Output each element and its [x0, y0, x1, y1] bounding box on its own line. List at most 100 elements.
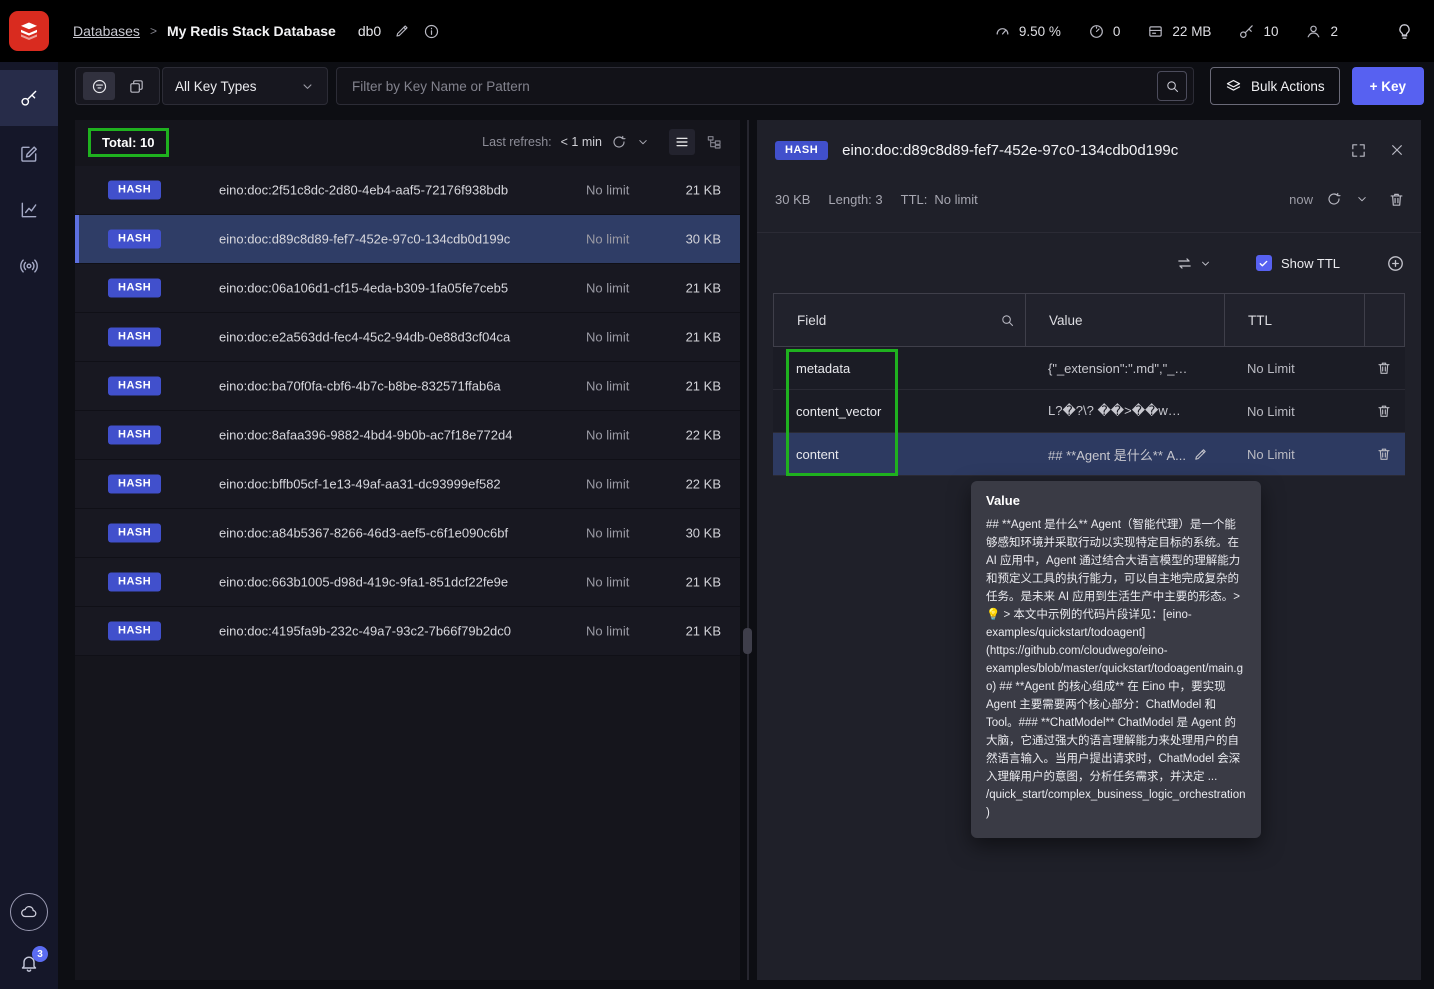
edit-value-icon[interactable] [1193, 447, 1208, 462]
breadcrumb-databases-link[interactable]: Databases [73, 23, 140, 39]
key-list-row[interactable]: HASH eino:doc:4195fa9b-232c-49a7-93c2-7b… [75, 607, 740, 656]
details-controls-row: Show TTL [775, 248, 1405, 278]
key-size: 30 KB [685, 525, 721, 541]
key-size: 30 KB [685, 231, 721, 247]
key-list-row[interactable]: HASH eino:doc:a84b5367-8266-46d3-aef5-c6… [75, 509, 740, 558]
fullscreen-icon[interactable] [1350, 142, 1367, 159]
delete-field-icon[interactable] [1376, 360, 1392, 376]
key-list-row[interactable]: HASH eino:doc:2f51c8dc-2d80-4eb4-aaf5-72… [75, 166, 740, 215]
key-ttl: No limit [586, 476, 630, 492]
tooltip-body: ## **Agent 是什么** Agent（智能代理）是一个能够感知环境并采取… [986, 519, 1246, 819]
key-list-row[interactable]: HASH eino:doc:bffb05cf-1e13-49af-aa31-dc… [75, 460, 740, 509]
cloud-icon [20, 903, 38, 921]
key-list-row[interactable]: HASH eino:doc:8afaa396-9882-4bd4-9b0b-ac… [75, 411, 740, 460]
cpu-usage-value: 9.50 % [1018, 23, 1061, 39]
column-header-field[interactable]: Field [774, 294, 1026, 346]
tooltip-title: Value [986, 493, 1020, 508]
key-search-input[interactable] [350, 77, 1158, 95]
sidebar-item-pubsub[interactable] [0, 238, 58, 294]
add-key-button[interactable]: + Key [1351, 67, 1424, 105]
key-search-box [336, 67, 1195, 105]
key-name: eino:doc:e2a563dd-fec4-45c2-94db-0e88d3c… [219, 329, 511, 345]
details-header-icons [1350, 142, 1405, 159]
sidebar-item-analytics[interactable] [0, 182, 58, 238]
list-view-icon [674, 134, 690, 150]
total-keys-value: 10 [1263, 23, 1279, 39]
db-stats: 9.50 % 0 22 MB 10 2 [994, 22, 1434, 41]
hash-field-row[interactable]: metadata {"_extension":".md","_fi... No … [773, 347, 1405, 390]
notifications-button[interactable]: 3 [19, 946, 48, 973]
filter-mode-button[interactable] [83, 72, 115, 100]
commands-value: 0 [1112, 23, 1121, 39]
show-ttl-toggle[interactable]: Show TTL [1255, 255, 1340, 271]
key-length-value: Length: 3 [828, 191, 883, 207]
key-list-row[interactable]: HASH eino:doc:ba70f0fa-cbf6-4b7c-b8be-83… [75, 362, 740, 411]
delete-field-icon[interactable] [1376, 403, 1392, 419]
sidebar-item-workbench[interactable] [0, 126, 58, 182]
key-list-row[interactable]: HASH eino:doc:e2a563dd-fec4-45c2-94db-0e… [75, 313, 740, 362]
db-index-label[interactable]: db0 [358, 23, 381, 39]
key-ttl: No limit [586, 427, 630, 443]
key-name: eino:doc:a84b5367-8266-46d3-aef5-c6f1e09… [219, 525, 509, 541]
field-name: content_vector [796, 403, 882, 419]
close-details-icon[interactable] [1389, 142, 1405, 158]
cpu-usage-stat: 9.50 % [994, 23, 1061, 40]
refresh-options-chevron-icon[interactable] [636, 135, 650, 149]
column-header-value[interactable]: Value [1026, 294, 1225, 346]
panel-resize-handle[interactable] [743, 628, 752, 654]
last-refresh-label: Last refresh: [482, 135, 552, 149]
insights-bulb-icon[interactable] [1395, 22, 1414, 41]
key-size: 21 KB [685, 623, 721, 639]
delete-field-icon[interactable] [1376, 446, 1392, 462]
field-value: ## **Agent 是什么** A... [1048, 447, 1187, 463]
key-list-row[interactable]: HASH eino:doc:663b1005-d98d-419c-9fa1-85… [75, 558, 740, 607]
column-header-ttl[interactable]: TTL [1225, 294, 1365, 346]
redisearch-mode-button[interactable] [120, 72, 152, 100]
list-view-button[interactable] [669, 129, 695, 155]
redis-logo[interactable] [9, 11, 49, 51]
total-keys-stat: 10 [1238, 23, 1278, 40]
key-name: eino:doc:4195fa9b-232c-49a7-93c2-7b66f79… [219, 623, 512, 639]
cloud-button[interactable] [10, 893, 48, 931]
refresh-key-chevron-icon[interactable] [1355, 192, 1369, 206]
bulk-actions-button[interactable]: Bulk Actions [1210, 67, 1340, 105]
show-ttl-label: Show TTL [1280, 255, 1340, 271]
format-swap-icon [1176, 255, 1193, 272]
key-ttl[interactable]: TTL: No limit [901, 192, 978, 207]
value-tooltip: Value ## **Agent 是什么** Agent（智能代理）是一个能够感… [971, 481, 1261, 838]
sidebar-item-browser[interactable] [0, 70, 58, 126]
db-info-icon[interactable] [423, 23, 440, 40]
key-size: 21 KB [685, 329, 721, 345]
key-ttl: No limit [586, 574, 630, 590]
show-ttl-checkbox[interactable] [1255, 255, 1272, 271]
key-list-header: Total: 10 Last refresh: < 1 min [75, 120, 740, 164]
key-name: eino:doc:2f51c8dc-2d80-4eb4-aaf5-72176f9… [219, 182, 509, 198]
key-type-select[interactable]: All Key Types [162, 67, 328, 105]
refresh-key-icon[interactable] [1326, 191, 1342, 207]
refresh-keys-icon[interactable] [611, 134, 627, 150]
key-type-badge: HASH [108, 474, 162, 494]
delete-key-icon[interactable] [1388, 191, 1405, 208]
tree-view-button[interactable] [701, 129, 727, 155]
memory-value: 22 MB [1172, 23, 1212, 39]
key-ttl: No limit [586, 378, 630, 394]
search-icon [1165, 79, 1180, 94]
last-refresh-value: < 1 min [560, 135, 602, 149]
key-list-row[interactable]: HASH eino:doc:d89c8d89-fef7-452e-97c0-13… [75, 215, 740, 264]
add-field-button[interactable] [1386, 254, 1405, 273]
filter-circle-icon [91, 78, 108, 95]
key-list-row[interactable]: HASH eino:doc:06a106d1-cf15-4eda-b309-1f… [75, 264, 740, 313]
redis-logo-icon [21, 22, 37, 40]
key-ttl: No limit [586, 280, 630, 296]
breadcrumb-separator: > [149, 24, 157, 38]
edit-alias-icon[interactable] [394, 23, 410, 39]
key-type-badge: HASH [108, 278, 162, 298]
selected-key-name[interactable]: eino:doc:d89c8d89-fef7-452e-97c0-134cdb0… [842, 142, 1336, 159]
field-search-icon[interactable] [1000, 313, 1015, 328]
hash-field-row[interactable]: content_vector L?�?\? ��>��w�... No Limi… [773, 390, 1405, 433]
pubsub-broadcast-icon [19, 256, 39, 276]
field-ttl: No Limit [1247, 446, 1295, 462]
apply-search-button[interactable] [1157, 71, 1188, 101]
hash-field-row[interactable]: content ## **Agent 是什么** A... No Limit [773, 433, 1405, 476]
value-format-select[interactable] [1176, 255, 1212, 272]
